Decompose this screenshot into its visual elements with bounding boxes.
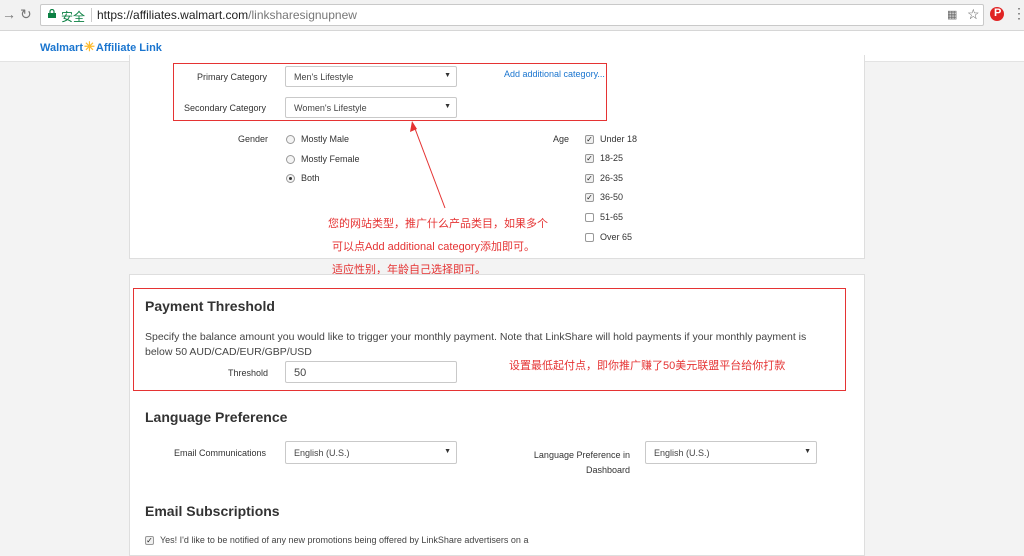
annotation-box-categories	[173, 63, 607, 121]
threshold-input[interactable]: 50	[285, 361, 457, 383]
subscription-option-label: Yes! I'd like to be notified of any new …	[160, 535, 529, 545]
gender-option-label: Both	[301, 173, 320, 183]
age-checkbox-18-25[interactable]: ✓	[585, 154, 594, 163]
annotation-line: 您的网站类型，推广什么产品类目，如果多个	[328, 218, 548, 230]
chevron-down-icon: ▼	[804, 448, 811, 455]
gender-label: Gender	[238, 134, 269, 144]
chevron-down-icon: ▼	[444, 448, 451, 455]
dashboard-language-label-line: Language Preference in	[533, 450, 630, 460]
lock-icon	[48, 9, 56, 18]
back-icon[interactable]: →	[2, 6, 16, 22]
annotation-arrow	[410, 121, 446, 209]
annotation-text-audience: 您的网站类型，推广什么产品类目，如果多个 可以点Add additional c…	[328, 213, 588, 282]
email-communications-select[interactable]: English (U.S.) ▼	[285, 441, 457, 464]
age-checkbox-36-50[interactable]: ✓	[585, 193, 594, 202]
gender-radio-mostly-female[interactable]	[286, 155, 295, 164]
annotation-text-payment: 设置最低起付点，即你推广赚了50美元联盟平台给你打款	[509, 360, 786, 372]
bookmark-star-icon[interactable]: ☆	[967, 6, 980, 23]
pinterest-icon[interactable]: P	[990, 7, 1004, 21]
logo-product: Affiliate Link	[95, 42, 162, 54]
secure-label: 安全	[61, 10, 86, 24]
age-option-label: Over 65	[600, 232, 633, 242]
browser-toolbar: → ↻ 安全 https://affiliates.walmart.com/li…	[0, 0, 1024, 31]
menu-icon[interactable]: ⋮	[1012, 5, 1024, 22]
payment-description-line: Specify the balance amount you would lik…	[145, 331, 807, 343]
dashboard-language-label: Language Preference in Dashboard	[529, 448, 630, 478]
dashboard-language-value: English (U.S.)	[654, 448, 710, 458]
gender-radio-both[interactable]	[286, 174, 295, 183]
age-label: Age	[553, 134, 570, 144]
logo-brand: Walmart	[40, 42, 83, 54]
address-divider	[91, 8, 92, 22]
spark-icon: ✳	[84, 39, 95, 54]
payment-threshold-heading: Payment Threshold	[145, 298, 275, 314]
threshold-label: Threshold	[228, 368, 269, 378]
gender-option-label: Mostly Male	[301, 134, 350, 144]
translate-icon[interactable]: ▦	[947, 8, 957, 21]
dashboard-language-select[interactable]: English (U.S.) ▼	[645, 441, 817, 464]
dashboard-language-label-line: Dashboard	[585, 465, 630, 475]
age-option-label: 36-50	[600, 192, 624, 202]
annotation-line: 可以点Add additional category添加即可。	[332, 241, 535, 253]
age-checkbox-26-35[interactable]: ✓	[585, 174, 594, 183]
walmart-affiliate-logo[interactable]: Walmart✳Affiliate Link	[40, 39, 162, 55]
gender-option-label: Mostly Female	[301, 154, 360, 164]
url-path: /linksharesignupnew	[248, 8, 357, 22]
age-option-label: 51-65	[600, 212, 624, 222]
age-option-label: 18-25	[600, 153, 624, 163]
email-communications-value: English (U.S.)	[294, 448, 350, 458]
language-preference-heading: Language Preference	[145, 409, 288, 425]
payment-description: Specify the balance amount you would lik…	[145, 330, 845, 360]
address-bar[interactable]: 安全 https://affiliates.walmart.com/linksh…	[40, 4, 984, 26]
age-option-label: Under 18	[600, 134, 638, 144]
url-host: https://affiliates.walmart.com	[97, 8, 249, 22]
age-checkbox-under-18[interactable]: ✓	[585, 135, 594, 144]
url-text[interactable]: https://affiliates.walmart.com/linkshare…	[97, 8, 357, 22]
email-communications-label: Email Communications	[174, 448, 267, 458]
gender-radio-mostly-male[interactable]	[286, 135, 295, 144]
email-subscriptions-heading: Email Subscriptions	[145, 503, 280, 519]
age-option-label: 26-35	[600, 173, 624, 183]
threshold-value: 50	[294, 367, 307, 379]
reload-icon[interactable]: ↻	[20, 6, 32, 23]
